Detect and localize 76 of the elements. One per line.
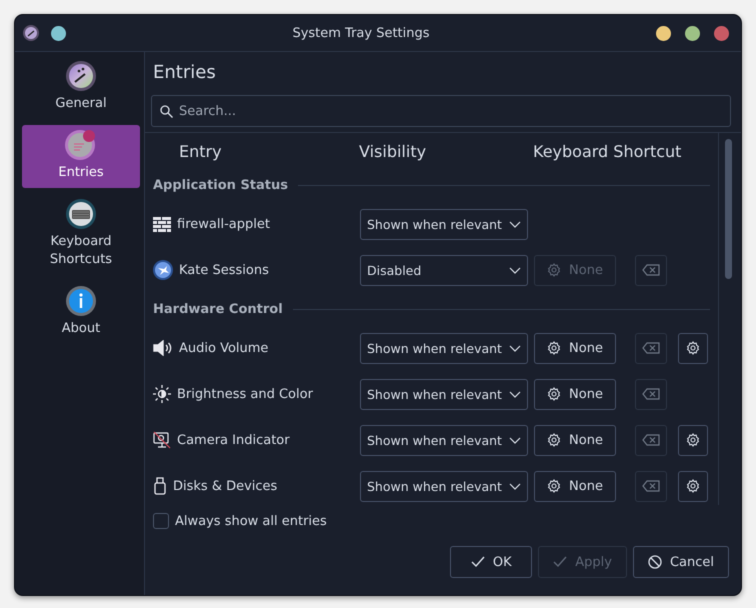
section-title: Application Status [153, 178, 288, 192]
backspace-icon [642, 434, 660, 446]
gear-icon [547, 433, 562, 447]
pin-button[interactable] [51, 26, 66, 40]
configure-button[interactable] [678, 470, 708, 502]
visibility-dropdown[interactable]: Disabled [360, 254, 528, 286]
entry-name: Brightness and Color [177, 386, 313, 402]
maximize-button[interactable] [685, 26, 700, 40]
chevron-down-icon [509, 482, 521, 490]
close-button[interactable] [714, 26, 729, 40]
circle-badge-icon [64, 129, 98, 161]
configure-button[interactable] [678, 332, 708, 364]
shortcut-button[interactable]: None [534, 470, 616, 502]
visibility-dropdown[interactable]: Shown when relevant [360, 208, 528, 240]
clear-shortcut-button[interactable] [635, 378, 667, 410]
chevron-down-icon [509, 436, 521, 444]
sun-icon [153, 385, 171, 403]
search-field[interactable]: Search... [151, 95, 731, 127]
entry-name: Kate Sessions [179, 262, 269, 278]
chevron-down-icon [509, 390, 521, 398]
shortcut-button[interactable]: None [534, 424, 616, 456]
backspace-icon [642, 264, 660, 276]
clear-shortcut-button[interactable] [635, 254, 667, 286]
check-icon [470, 556, 485, 568]
checkbox-label: Always show all entries [175, 514, 327, 528]
brush-icon [65, 60, 97, 92]
app-icon [23, 25, 39, 41]
shortcut-button[interactable]: None [534, 378, 616, 410]
clear-shortcut-button[interactable] [635, 424, 667, 456]
visibility-dropdown[interactable]: Shown when relevant [360, 424, 528, 456]
camera-off-icon [153, 431, 171, 449]
sidebar-item[interactable]: General [22, 56, 140, 119]
checkbox[interactable] [153, 513, 169, 529]
backspace-icon [642, 388, 660, 400]
brick-wall-icon [153, 216, 171, 232]
entry-name: Audio Volume [179, 340, 268, 356]
speaker-icon [153, 340, 173, 356]
entry-name: firewall-applet [177, 216, 270, 232]
keyboard-icon [65, 198, 97, 230]
backspace-icon [642, 480, 660, 492]
section-title: Hardware Control [153, 302, 283, 316]
gear-icon [686, 433, 700, 447]
chevron-down-icon [509, 266, 521, 274]
sidebar-item[interactable]: Entries [22, 125, 140, 188]
check-icon [553, 556, 568, 568]
gear-icon [547, 263, 562, 277]
gear-icon [547, 387, 562, 401]
visibility-dropdown[interactable]: Shown when relevant [360, 332, 528, 364]
window-title: System Tray Settings [291, 26, 431, 40]
clear-shortcut-button[interactable] [635, 332, 667, 364]
gear-icon [686, 479, 700, 493]
column-header: Entry [178, 142, 223, 160]
chevron-down-icon [509, 344, 521, 352]
gear-icon [547, 479, 562, 493]
entry-name: Disks & Devices [173, 478, 278, 494]
visibility-dropdown[interactable]: Shown when relevant [360, 378, 528, 410]
sidebar-item[interactable]: About [22, 281, 140, 344]
backspace-icon [642, 342, 660, 354]
minimize-button[interactable] [656, 26, 671, 40]
cancel-button[interactable]: Cancel [632, 546, 729, 578]
page-title: Entries [153, 62, 217, 83]
clear-shortcut-button[interactable] [635, 470, 667, 502]
ok-button[interactable]: OK [450, 546, 532, 578]
visibility-dropdown[interactable]: Shown when relevant [360, 470, 528, 502]
chevron-down-icon [509, 220, 521, 228]
gear-icon [686, 341, 700, 355]
entry-name: Camera Indicator [177, 432, 290, 448]
shortcut-button[interactable]: None [534, 332, 616, 364]
gear-icon [547, 341, 562, 355]
cancel-icon [648, 555, 662, 569]
sidebar-item[interactable]: Keyboard Shortcuts [22, 194, 140, 275]
column-header: Visibility [359, 142, 428, 160]
info-icon [65, 285, 97, 317]
usb-drive-icon [153, 477, 167, 495]
column-header: Keyboard Shortcut [533, 142, 682, 160]
configure-button[interactable] [678, 424, 708, 456]
